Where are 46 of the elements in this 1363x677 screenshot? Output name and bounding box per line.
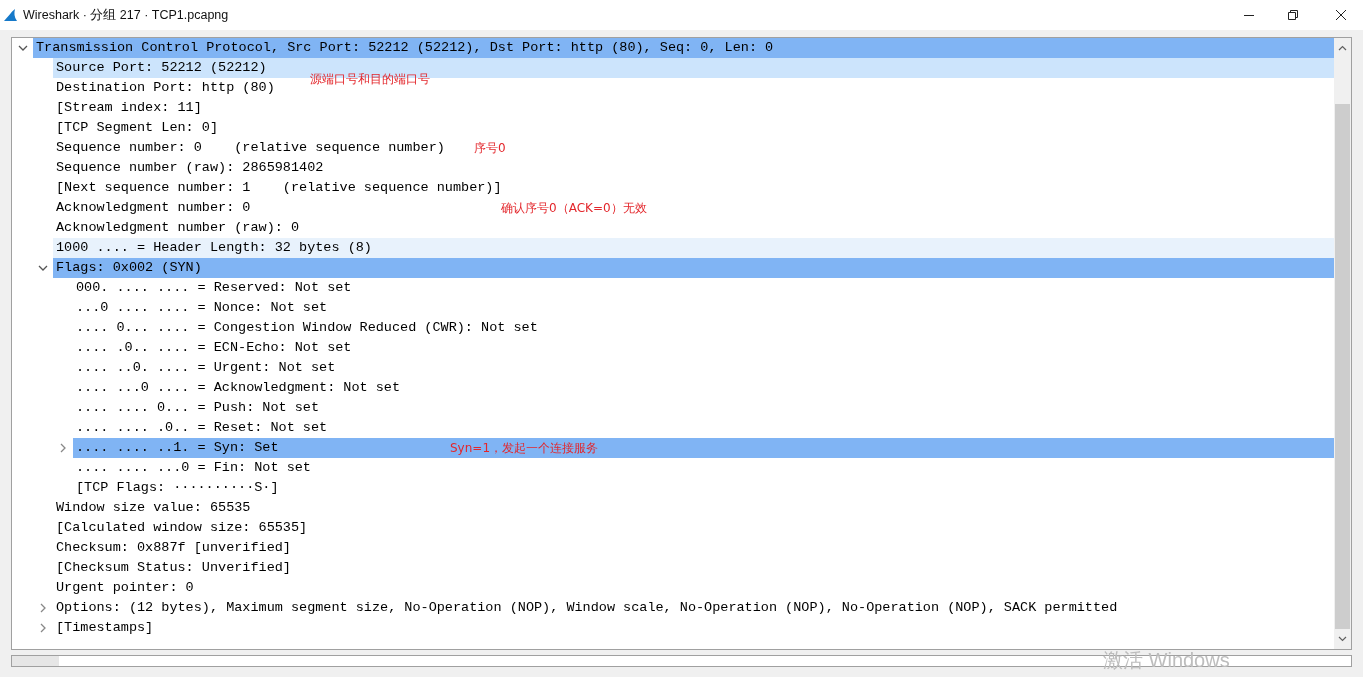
activation-notice: 激活 Windows	[1103, 648, 1230, 673]
scroll-up-icon[interactable]	[1338, 45, 1347, 51]
tree-row[interactable]: 1000 .... = Header Length: 32 bytes (8)	[53, 238, 1334, 258]
tree-row[interactable]: ...0 .... .... = Nonce: Not set	[73, 298, 328, 318]
tree-row[interactable]: .... .... ...0 = Fin: Not set	[73, 458, 311, 478]
tree-row[interactable]: Acknowledgment number: 0	[53, 198, 251, 218]
chevron-right-icon[interactable]	[40, 623, 46, 633]
annotation-text: 确认序号0（ACK=0）无效	[501, 200, 647, 217]
tree-row[interactable]: .... ..0. .... = Urgent: Not set	[73, 358, 336, 378]
close-icon[interactable]	[1335, 9, 1347, 21]
tree-row[interactable]: [Stream index: 11]	[53, 98, 202, 118]
tree-row[interactable]: .... .... 0... = Push: Not set	[73, 398, 320, 418]
tree-row[interactable]: Options: (12 bytes), Maximum segment size, No-Operation (NOP), Window scale, No-Operation (NOP), No-Operation (NOP), SACK permitted	[53, 598, 1118, 618]
tree-row[interactable]: [TCP Flags: ··········S·]	[73, 478, 279, 498]
tree-row[interactable]: Flags: 0x002 (SYN)	[53, 258, 1334, 278]
tree-row[interactable]: .... .... .0.. = Reset: Not set	[73, 418, 328, 438]
scrollbar-thumb[interactable]	[12, 656, 59, 666]
tree-row[interactable]: .... .0.. .... = ECN-Echo: Not set	[73, 338, 352, 358]
tree-row[interactable]: Urgent pointer: 0	[53, 578, 194, 598]
window-title: Wireshark · 分组 217 · TCP1.pcapng	[23, 6, 229, 24]
tree-row[interactable]: Window size value: 65535	[53, 498, 251, 518]
tree-row[interactable]: Sequence number: 0 (relative sequence number)	[53, 138, 445, 158]
scroll-down-icon[interactable]	[1338, 636, 1347, 642]
scrollbar-thumb[interactable]	[1335, 104, 1350, 629]
tree-row[interactable]: [Calculated window size: 65535]	[53, 518, 308, 538]
tree-row[interactable]: Sequence number (raw): 2865981402	[53, 158, 324, 178]
tree-row[interactable]: Checksum: 0x887f [unverified]	[53, 538, 291, 558]
tree-row[interactable]: Transmission Control Protocol, Src Port: 52212 (52212), Dst Port: http (80), Seq: 0, Len: 0	[33, 38, 1334, 58]
tree-row[interactable]: [Timestamps]	[53, 618, 154, 638]
maximize-icon[interactable]	[1287, 9, 1299, 21]
tree-row[interactable]: Acknowledgment number (raw): 0	[53, 218, 300, 238]
tree-row[interactable]: .... 0... .... = Congestion Window Reduced (CWR): Not set	[73, 318, 538, 338]
tree-row[interactable]: [Checksum Status: Unverified]	[53, 558, 291, 578]
shark-fin-icon	[3, 8, 18, 22]
tree-row[interactable]: 000. .... .... = Reserved: Not set	[73, 278, 352, 298]
chevron-right-icon[interactable]	[60, 443, 66, 453]
chevron-right-icon[interactable]	[40, 603, 46, 613]
annotation-text: Syn=1，发起一个连接服务	[450, 440, 598, 457]
vertical-scrollbar[interactable]	[1334, 38, 1351, 649]
tree-row[interactable]: Destination Port: http (80)	[53, 78, 275, 98]
chevron-down-icon[interactable]	[38, 265, 48, 271]
chevron-down-icon[interactable]	[18, 45, 28, 51]
tree-row[interactable]: [Next sequence number: 1 (relative sequence number)]	[53, 178, 502, 198]
tree-row[interactable]: .... ...0 .... = Acknowledgment: Not set	[73, 378, 401, 398]
tree-row[interactable]: [TCP Segment Len: 0]	[53, 118, 219, 138]
annotation-text: 序号0	[474, 140, 506, 157]
